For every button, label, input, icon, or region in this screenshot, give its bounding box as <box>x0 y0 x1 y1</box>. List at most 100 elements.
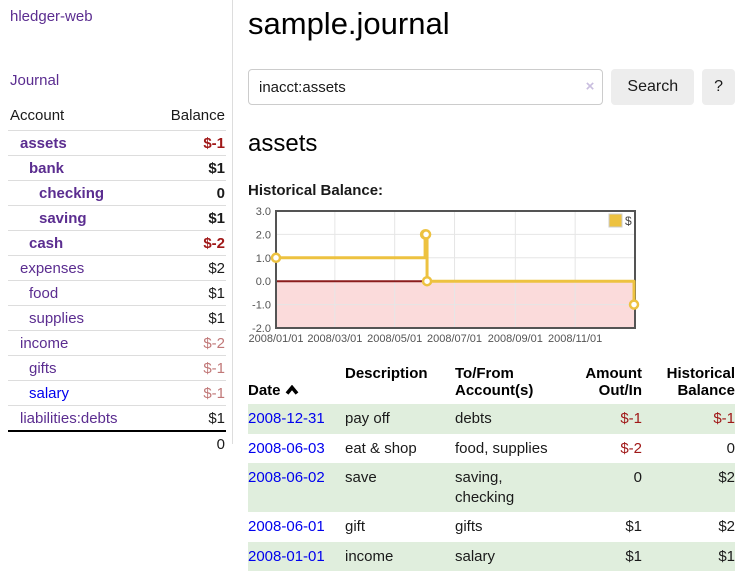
svg-text:2008/11/01: 2008/11/01 <box>548 333 602 345</box>
account-link-food[interactable]: food <box>29 285 58 302</box>
transaction-row: 2008-06-01 gift gifts $1 $2 <box>248 512 735 542</box>
transaction-row: 2008-01-01 income salary $1 $1 <box>248 542 735 572</box>
account-balance: 0 <box>117 181 226 206</box>
txn-date-link[interactable]: 2008-06-03 <box>248 440 325 457</box>
account-balance: $-1 <box>117 381 226 406</box>
svg-text:2008/05/01: 2008/05/01 <box>367 333 422 345</box>
account-link-income[interactable]: income <box>20 335 68 352</box>
svg-text:-2.0: -2.0 <box>252 323 271 335</box>
account-heading: assets <box>248 130 735 158</box>
account-row: cash $-2 <box>8 231 226 256</box>
txn-date-link[interactable]: 2008-01-01 <box>248 548 325 565</box>
accounts-column-header: To/From Account(s) <box>455 365 573 404</box>
search-form: × Search ? <box>248 69 735 105</box>
account-row: supplies $1 <box>8 306 226 331</box>
balance-column-header: Balance <box>117 105 226 131</box>
account-link-gifts[interactable]: gifts <box>29 360 57 377</box>
account-link-liabilities-debts[interactable]: liabilities:debts <box>20 410 118 427</box>
transaction-row: 2008-06-03 eat & shop food, supplies $-2… <box>248 434 735 464</box>
account-link-checking[interactable]: checking <box>39 185 104 202</box>
txn-amount: $-1 <box>573 404 642 434</box>
register-header-row: Date Description To/From Account(s) Amou… <box>248 365 735 404</box>
sidebar: hledger-web Journal Account Balance asse… <box>0 0 233 444</box>
page-title: sample.journal <box>248 6 735 42</box>
account-link-bank[interactable]: bank <box>29 160 64 177</box>
accounts-total-row: 0 <box>8 431 226 456</box>
description-column-header: Description <box>345 365 455 404</box>
account-balance: $1 <box>117 281 226 306</box>
account-link-cash[interactable]: cash <box>29 235 63 252</box>
account-balance: $-2 <box>117 231 226 256</box>
account-link-assets[interactable]: assets <box>20 135 67 152</box>
account-balance: $-1 <box>117 131 226 156</box>
svg-text:2008/09/01: 2008/09/01 <box>488 333 543 345</box>
txn-accounts: saving, checking <box>455 463 573 512</box>
balance-chart[interactable]: 2008/01/012008/03/012008/05/012008/07/01… <box>248 205 640 349</box>
txn-balance: $-1 <box>642 404 735 434</box>
account-row: liabilities:debts $1 <box>8 406 226 432</box>
account-column-header: Account <box>8 105 117 131</box>
transaction-row: 2008-06-02 save saving, checking 0 $2 <box>248 463 735 512</box>
svg-text:3.0: 3.0 <box>256 206 271 218</box>
txn-amount: $1 <box>573 512 642 542</box>
txn-description: save <box>345 463 455 512</box>
txn-description: income <box>345 542 455 572</box>
txn-amount: $-2 <box>573 434 642 464</box>
date-column-header[interactable]: Date <box>248 365 345 404</box>
account-row: saving $1 <box>8 206 226 231</box>
sort-ascending-icon <box>285 385 299 395</box>
account-row: gifts $-1 <box>8 356 226 381</box>
help-button[interactable]: ? <box>702 69 735 105</box>
accounts-total-balance: 0 <box>117 431 226 456</box>
account-row: assets $-1 <box>8 131 226 156</box>
txn-balance: $2 <box>642 463 735 512</box>
account-row: expenses $2 <box>8 256 226 281</box>
account-row: salary $-1 <box>8 381 226 406</box>
app-brand-link[interactable]: hledger-web <box>10 8 232 25</box>
account-balance: $1 <box>117 306 226 331</box>
account-row: bank $1 <box>8 156 226 181</box>
svg-text:2008/03/01: 2008/03/01 <box>307 333 362 345</box>
register-table: Date Description To/From Account(s) Amou… <box>248 365 735 571</box>
sidebar-item-journal[interactable]: Journal <box>10 72 232 89</box>
account-row: checking 0 <box>8 181 226 206</box>
main-content: sample.journal × Search ? assets Histori… <box>248 0 735 571</box>
txn-amount: $1 <box>573 542 642 572</box>
txn-description: gift <box>345 512 455 542</box>
svg-text:0.0: 0.0 <box>256 276 271 288</box>
svg-text:2.0: 2.0 <box>256 229 271 241</box>
chart-title: Historical Balance: <box>248 182 735 199</box>
accounts-table: Account Balance assets $-1 bank $1 check… <box>8 105 226 456</box>
txn-date-link[interactable]: 2008-06-01 <box>248 518 325 535</box>
txn-date-link[interactable]: 2008-12-31 <box>248 410 325 427</box>
txn-date-link[interactable]: 2008-06-02 <box>248 469 325 486</box>
account-link-saving[interactable]: saving <box>39 210 87 227</box>
account-balance: $1 <box>117 406 226 432</box>
legend-label: $ <box>625 214 632 228</box>
txn-accounts: salary <box>455 542 573 572</box>
txn-description: eat & shop <box>345 434 455 464</box>
search-input[interactable] <box>248 69 603 105</box>
txn-accounts: gifts <box>455 512 573 542</box>
account-balance: $-1 <box>117 356 226 381</box>
txn-balance: $2 <box>642 512 735 542</box>
account-row: food $1 <box>8 281 226 306</box>
account-balance: $1 <box>117 156 226 181</box>
txn-description: pay off <box>345 404 455 434</box>
svg-text:2008/07/01: 2008/07/01 <box>427 333 482 345</box>
account-row: income $-2 <box>8 331 226 356</box>
account-balance: $-2 <box>117 331 226 356</box>
clear-search-icon[interactable]: × <box>586 78 595 96</box>
balance-column-header: Historical Balance <box>642 365 735 404</box>
transaction-row: 2008-12-31 pay off debts $-1 $-1 <box>248 404 735 434</box>
search-button[interactable]: Search <box>611 69 694 105</box>
account-link-supplies[interactable]: supplies <box>29 310 84 327</box>
svg-text:1.0: 1.0 <box>256 253 271 265</box>
txn-accounts: debts <box>455 404 573 434</box>
legend-swatch <box>609 214 622 227</box>
account-link-salary[interactable]: salary <box>29 385 69 402</box>
txn-balance: 0 <box>642 434 735 464</box>
txn-balance: $1 <box>642 542 735 572</box>
account-balance: $2 <box>117 256 226 281</box>
account-link-expenses[interactable]: expenses <box>20 260 84 277</box>
